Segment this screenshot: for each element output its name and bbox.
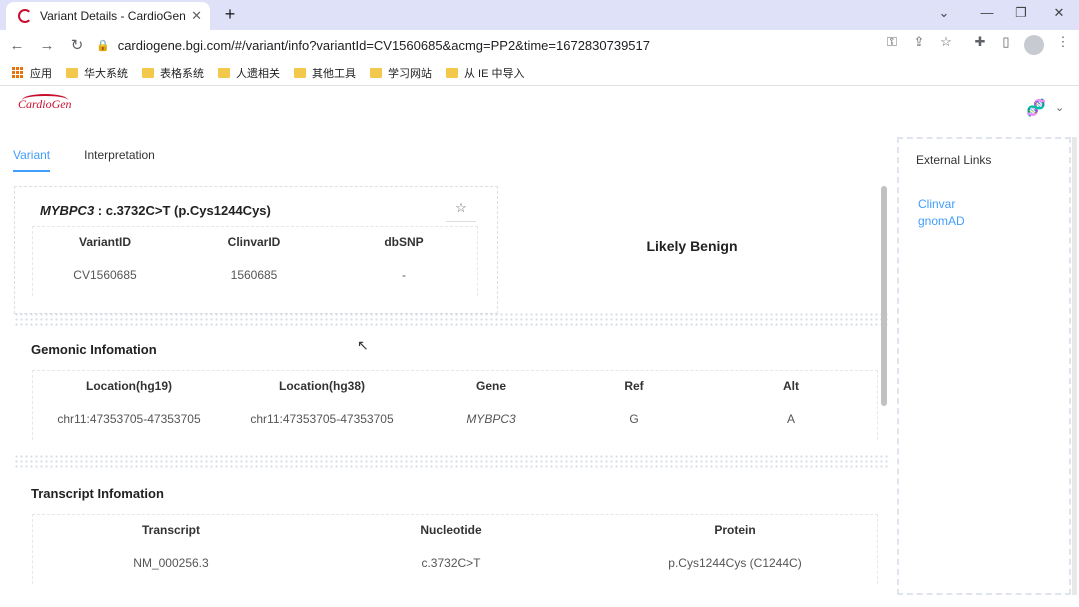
column-header: VariantID [78,235,132,249]
transcript-value: NM_000256.3 [133,556,209,570]
variant-title: MYBPC3 : c.3732C>T (p.Cys1244Cys) [40,203,271,218]
folder-icon [142,67,154,78]
page-tabs: Variant Interpretation [13,148,189,172]
transcript-section-title: Transcript Infomation [31,486,164,501]
chevron-down-icon[interactable]: ⌄ [1055,101,1064,114]
lock-icon[interactable]: 🔒 [96,39,110,52]
apps-icon [12,66,24,79]
browser-tab[interactable]: Variant Details - CardioGen ✕ [6,2,210,30]
ref-value: G [629,412,639,426]
cardiogen-favicon-icon [18,9,32,23]
dbsnp-value: - [402,268,406,282]
clinvar-link[interactable]: Clinvar [918,197,955,211]
location-hg38-value: chr11:47353705-47353705 [250,412,394,426]
table-header-row: Location(hg19) Location(hg38) Gene Ref A… [32,370,878,402]
tab-interpretation[interactable]: Interpretation [84,148,155,172]
column-header: Alt [783,379,799,393]
table-header-row: VariantID ClinvarID dbSNP [32,226,478,258]
section-divider [14,454,888,468]
new-tab-icon[interactable]: + [220,4,240,25]
bookmark-star-icon[interactable]: ☆ [936,34,956,50]
column-header: ClinvarID [227,235,281,249]
transcript-table: Transcript Nucleotide Protein NM_000256.… [32,514,878,580]
bookmark-folder[interactable]: 人遗相关 [218,65,280,81]
folder-icon [218,67,230,78]
tab-variant[interactable]: Variant [13,148,51,172]
section-divider [14,312,888,326]
folder-icon [370,67,382,78]
folder-icon [446,67,458,78]
page-scrollbar[interactable] [1072,137,1077,595]
gene-name: MYBPC3 [40,203,95,218]
column-header: Protein [714,523,756,537]
protein-value: p.Cys1244Cys (C1244C) [668,556,802,570]
bookmark-label: 人遗相关 [236,67,280,80]
bookmark-label: 从 IE 中导入 [464,67,525,80]
close-tab-icon[interactable]: ✕ [191,8,202,24]
genomic-table: Location(hg19) Location(hg38) Gene Ref A… [32,370,878,436]
column-header: Location(hg19) [86,379,172,393]
bookmark-folder[interactable]: 从 IE 中导入 [446,65,525,81]
menu-icon[interactable]: ⋮ [1053,34,1073,50]
bookmark-apps[interactable]: 应用 [12,65,52,81]
column-header: Transcript [141,523,201,537]
folder-icon [294,67,306,78]
alt-value: A [786,412,795,426]
bookmark-folder[interactable]: 华大系统 [66,65,128,81]
location-hg19-value: chr11:47353705-47353705 [57,412,201,426]
content-scrollbar[interactable] [881,186,887,406]
column-header: Ref [624,379,644,393]
genomic-section-title: Gemonic Infomation [31,342,157,357]
gnomad-link[interactable]: gnomAD [918,214,965,228]
bookmark-label: 表格系统 [160,67,204,80]
minimize-icon[interactable]: — [977,5,997,20]
close-window-icon[interactable]: ✕ [1049,5,1069,21]
variant-change: : c.3732C>T (p.Cys1244Cys) [94,203,271,218]
share-icon[interactable]: ⇪ [909,34,929,50]
browser-tab-strip: Variant Details - CardioGen ✕ + ⌄ — ❐ ✕ [0,0,1079,30]
clinvar-id-value: 1560685 [230,268,278,282]
bookmark-label: 应用 [30,67,52,80]
variant-id-value: CV1560685 [73,268,137,282]
extensions-icon[interactable]: ✚ [970,34,990,50]
url-text[interactable]: cardiogene.bgi.com/#/variant/info?varian… [118,38,650,53]
forward-icon[interactable]: → [34,37,60,54]
external-links-title: External Links [916,153,992,167]
gene-value: MYBPC3 [466,412,516,426]
bookmarks-bar: 应用 华大系统 表格系统 人遗相关 其他工具 学习网站 从 IE 中导入 [0,60,1079,86]
tab-search-icon[interactable]: ⌄ [934,5,954,21]
nucleotide-value: c.3732C>T [421,556,481,570]
column-header: Gene [475,379,506,393]
bookmark-label: 华大系统 [84,67,128,80]
profile-avatar[interactable] [1024,35,1044,55]
bookmark-folder[interactable]: 表格系统 [142,65,204,81]
folder-icon [66,67,78,78]
reload-icon[interactable]: ↻ [64,36,90,54]
column-header: dbSNP [384,235,424,249]
maximize-icon[interactable]: ❐ [1011,5,1031,21]
bookmark-folder[interactable]: 学习网站 [370,65,432,81]
table-header-row: Transcript Nucleotide Protein [32,514,878,546]
column-header: Location(hg38) [279,379,365,393]
table-row: NM_000256.3 c.3732C>T p.Cys1244Cys (C124… [32,546,878,580]
cardiogen-logo[interactable]: CardioGen [18,97,72,112]
dna-icon[interactable]: 🧬 [1026,98,1046,118]
tab-title: Variant Details - CardioGen [40,9,186,23]
mouse-cursor-icon: ↖ [357,337,369,353]
bookmark-folder[interactable]: 其他工具 [294,65,356,81]
classification-label: Likely Benign [646,238,738,254]
variant-id-table: VariantID ClinvarID dbSNP CV1560685 1560… [32,226,478,292]
bookmark-label: 其他工具 [312,67,356,80]
table-row: chr11:47353705-47353705 chr11:47353705-4… [32,402,878,436]
key-icon[interactable]: ⚿ [882,34,902,50]
back-icon[interactable]: ← [4,37,30,54]
address-bar[interactable]: 🔒 cardiogene.bgi.com/#/variant/info?vari… [96,32,956,58]
column-header: Nucleotide [420,523,482,537]
bookmark-label: 学习网站 [388,67,432,80]
sidebar-icon[interactable]: ▯ [996,34,1016,50]
favorite-star-icon[interactable]: ☆ [446,200,476,222]
table-row: CV1560685 1560685 - [32,258,478,292]
